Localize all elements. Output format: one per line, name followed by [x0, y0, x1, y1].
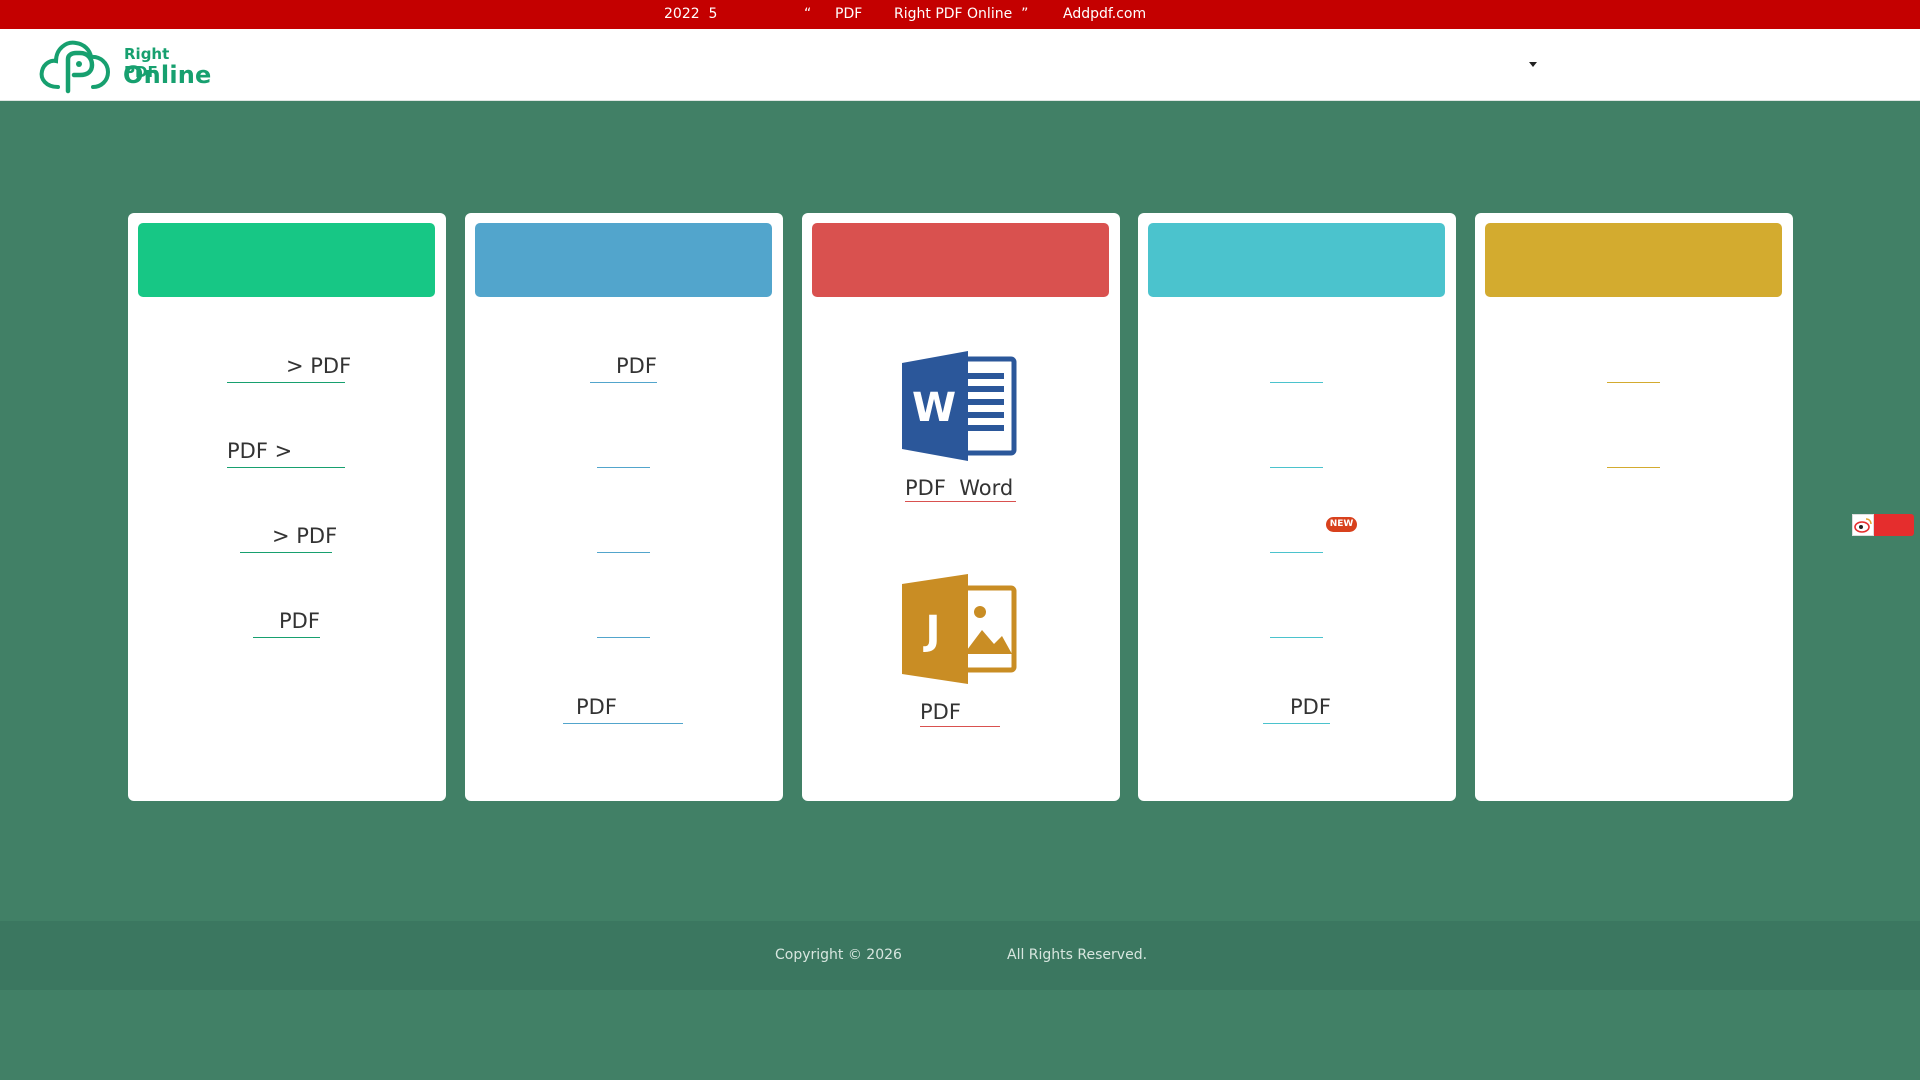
card-4-link-3-underline	[1270, 552, 1323, 553]
card-2-link-5-underline	[563, 723, 683, 724]
tool-card-5	[1475, 213, 1793, 801]
site-footer: Copyright © 2026 All Rights Reserved.	[0, 921, 1920, 990]
announcement-text-4: Right PDF Online ”	[894, 6, 1029, 22]
announcement-link[interactable]: Addpdf.com	[1063, 6, 1146, 22]
announcement-text-2: “	[804, 6, 812, 22]
tool-card-3: W PDF Word J PDF	[802, 213, 1120, 801]
weibo-icon[interactable]	[1852, 514, 1874, 536]
card-2-link-2-underline	[597, 467, 650, 468]
card-3-header	[812, 223, 1109, 297]
word-document-icon[interactable]: W	[902, 351, 1019, 461]
card-1-link-2-underline	[227, 467, 345, 468]
site-header: Right PDF Online	[0, 29, 1920, 101]
footer-rights: All Rights Reserved.	[1007, 947, 1148, 963]
card-1-link-3-underline	[240, 552, 332, 553]
card-5-link-2-underline	[1607, 467, 1660, 468]
card-1-link-1-underline	[227, 382, 345, 383]
card-2-header	[475, 223, 772, 297]
card-5-header	[1485, 223, 1782, 297]
card-3-link-1[interactable]: PDF Word	[905, 475, 1013, 501]
card-2-link-1-underline	[590, 382, 657, 383]
card-2-link-3-underline	[597, 552, 650, 553]
announcement-bar[interactable]: 2022 5 “ PDF Right PDF Online ” Addpdf.c…	[0, 0, 1920, 29]
tool-card-2: PDF PDF	[465, 213, 783, 801]
card-2-link-4-underline	[597, 637, 650, 638]
share-widget[interactable]	[1852, 514, 1914, 536]
card-4-link-2-underline	[1270, 467, 1323, 468]
card-1-header	[138, 223, 435, 297]
card-1-link-3[interactable]: > PDF	[272, 523, 337, 549]
svg-text:W: W	[912, 385, 956, 431]
card-4-link-5[interactable]: PDF	[1290, 694, 1331, 720]
tool-card-1: > PDF PDF > > PDF PDF	[128, 213, 446, 801]
card-3-link-1-underline	[905, 501, 1016, 502]
new-badge: NEW	[1326, 517, 1357, 532]
card-3-link-2-underline	[920, 726, 1000, 727]
card-4-link-5-underline	[1263, 723, 1330, 724]
tool-card-4: PDF	[1138, 213, 1456, 801]
card-4-link-1-underline	[1270, 382, 1323, 383]
language-dropdown-caret-icon[interactable]	[1529, 62, 1537, 67]
card-5-link-1-underline	[1607, 382, 1660, 383]
card-1-link-4[interactable]: PDF	[279, 608, 320, 634]
card-1-link-4-underline	[253, 637, 320, 638]
cloud-logo-icon	[39, 40, 111, 94]
announcement-text-1: 2022 5	[664, 6, 718, 22]
announcement-text-3: PDF	[835, 6, 863, 22]
svg-text:J: J	[923, 608, 941, 654]
logo-text-bottom: Online	[123, 61, 212, 89]
share-button[interactable]	[1874, 514, 1914, 536]
card-4-link-4-underline	[1270, 637, 1323, 638]
card-2-link-5[interactable]: PDF	[576, 694, 617, 720]
site-logo[interactable]: Right PDF Online	[38, 35, 211, 95]
card-3-link-2[interactable]: PDF	[920, 699, 961, 725]
footer-copyright: Copyright © 2026	[775, 947, 902, 963]
card-4-header	[1148, 223, 1445, 297]
card-2-link-1[interactable]: PDF	[616, 353, 657, 379]
card-1-link-2[interactable]: PDF >	[227, 438, 292, 464]
jpg-image-icon[interactable]: J	[902, 574, 1019, 684]
card-1-link-1[interactable]: > PDF	[286, 353, 351, 379]
